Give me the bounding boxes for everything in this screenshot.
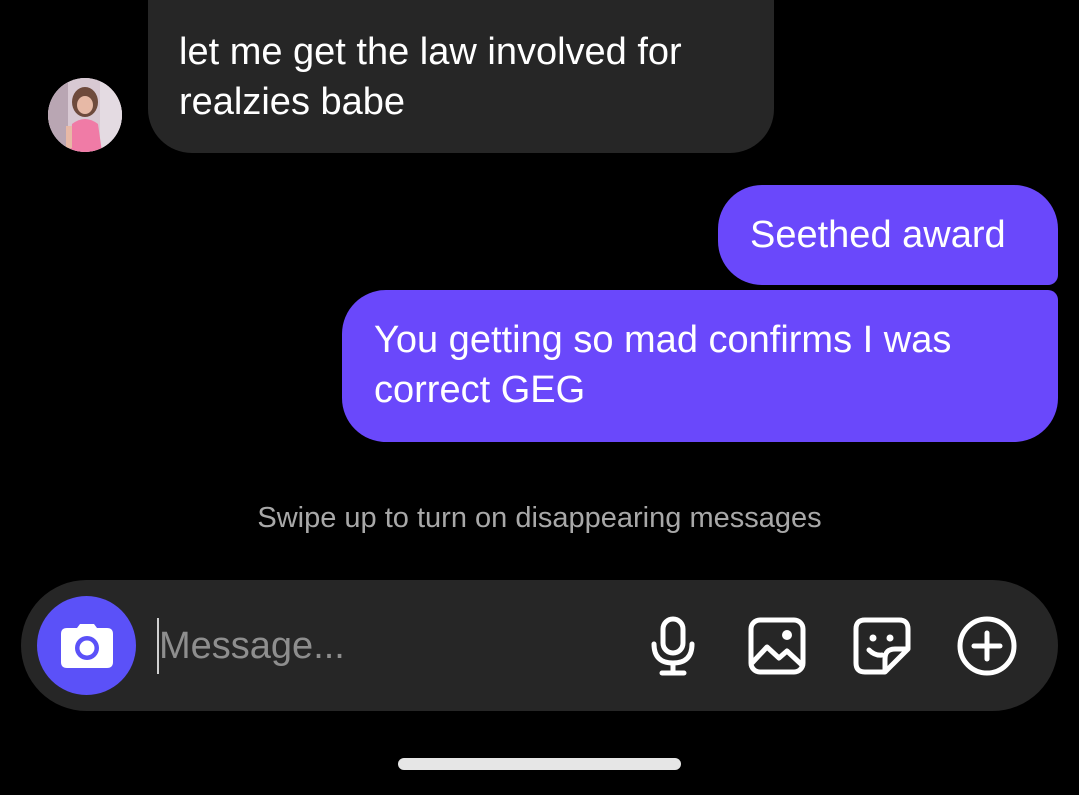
message-input[interactable] — [159, 618, 599, 674]
message-composer — [21, 580, 1058, 711]
message-input-wrapper — [157, 618, 599, 674]
contact-avatar[interactable] — [48, 78, 122, 152]
message-text: let me get the law involved for realzies… — [179, 31, 682, 123]
outgoing-message-bubble[interactable]: Seethed award — [718, 185, 1058, 285]
microphone-icon — [651, 616, 695, 676]
image-gallery-icon — [748, 617, 806, 675]
chat-screen: let me get the law involved for realzies… — [0, 0, 1079, 795]
more-options-button[interactable] — [955, 614, 1019, 678]
outgoing-message-bubble[interactable]: You getting so mad confirms I was correc… — [342, 290, 1058, 442]
camera-button[interactable] — [37, 596, 136, 695]
gallery-button[interactable] — [745, 614, 809, 678]
microphone-button[interactable] — [641, 614, 705, 678]
sticker-icon — [853, 617, 911, 675]
avatar-image — [48, 78, 122, 152]
message-text: You getting so mad confirms I was correc… — [374, 319, 952, 411]
home-indicator[interactable] — [398, 758, 681, 770]
sticker-button[interactable] — [850, 614, 914, 678]
plus-circle-icon — [957, 616, 1017, 676]
message-text: Seethed award — [750, 214, 1006, 256]
incoming-message-bubble[interactable]: let me get the law involved for realzies… — [148, 0, 774, 153]
disappearing-messages-hint: Swipe up to turn on disappearing message… — [257, 502, 822, 534]
camera-icon — [60, 623, 113, 668]
